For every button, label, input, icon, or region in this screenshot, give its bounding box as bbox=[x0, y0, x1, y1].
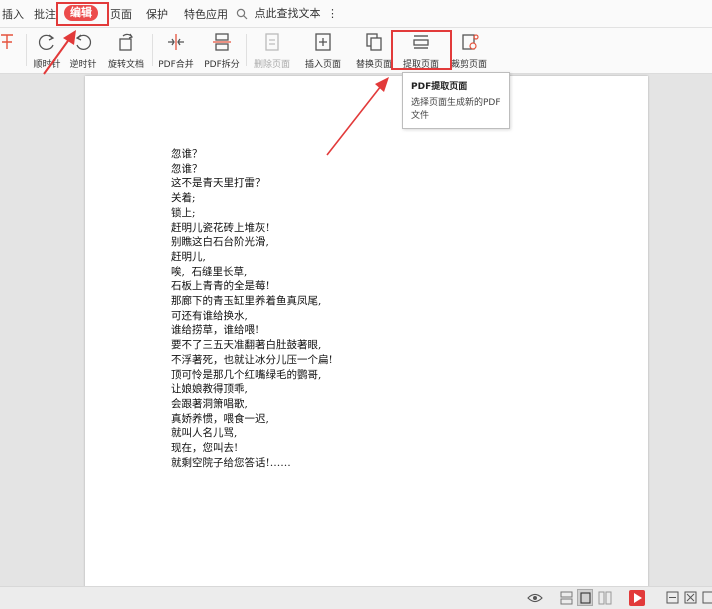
text-line: 现在，您叫去! bbox=[171, 442, 239, 455]
two-page-view-icon[interactable] bbox=[598, 591, 612, 605]
menu-protect[interactable]: 保护 bbox=[146, 6, 168, 22]
status-bar bbox=[0, 586, 712, 609]
search-label: 点此查找文本 bbox=[254, 7, 321, 20]
text-line: 别瞧这白石台阶光滑, bbox=[171, 236, 269, 249]
text-line: 锁上; bbox=[171, 206, 196, 219]
text-line: 赶明儿, bbox=[171, 250, 206, 263]
text-line: 赶明儿瓷花砖上堆灰! bbox=[171, 221, 270, 234]
text-line: 让娘娘教得顶乖, bbox=[171, 383, 248, 396]
rotate-clockwise-icon bbox=[38, 34, 55, 50]
replace-page-icon bbox=[366, 33, 382, 51]
pdf-split-icon bbox=[213, 33, 231, 51]
text-line: 石板上青青的全是莓! bbox=[171, 280, 270, 293]
play-button[interactable] bbox=[629, 590, 645, 606]
menu-insert[interactable]: 插入 bbox=[2, 6, 24, 22]
pdf-merge-icon bbox=[168, 34, 184, 50]
text-line: 这不是青天里打雷？ bbox=[171, 177, 266, 190]
menu-special-apps[interactable]: 特色应用 bbox=[184, 6, 228, 22]
search-icon bbox=[236, 8, 248, 20]
text-line: 忽谁？ bbox=[171, 148, 203, 160]
menu-annotate[interactable]: 批注 bbox=[34, 6, 56, 22]
more-menu-icon[interactable]: ⋮ bbox=[327, 7, 338, 20]
rotate-document-icon bbox=[119, 33, 133, 51]
text-line: 真娇养惯，喂食一迟, bbox=[171, 412, 269, 425]
extract-page-tooltip: PDF提取页面 选择页面生成新的PDF文件 bbox=[402, 72, 510, 129]
document-page[interactable] bbox=[85, 76, 648, 596]
clip-icon bbox=[1, 34, 13, 49]
more-icon[interactable] bbox=[702, 591, 712, 604]
fit-width-icon[interactable] bbox=[666, 591, 679, 604]
text-line: 不浮著死，也就让冰分儿压一个扁! bbox=[171, 353, 333, 366]
continuous-view-toggle[interactable] bbox=[577, 589, 593, 606]
text-line: 唉, 石缝里长草, bbox=[171, 265, 248, 278]
ribbon-toolbar: 顺时针 逆时针 旋转文档 PDF合并 PDF拆分 删除页面 插入页面 替换页面 … bbox=[0, 28, 712, 74]
single-page-view-icon[interactable] bbox=[560, 591, 573, 605]
text-line: 要不了三五天准翻著白肚鼓著眼, bbox=[171, 339, 322, 352]
text-line: 就剩空院子给您答话!…… bbox=[171, 456, 291, 469]
eye-icon[interactable] bbox=[527, 592, 543, 604]
tooltip-title: PDF提取页面 bbox=[411, 82, 468, 92]
text-line: 忽谁？ bbox=[171, 162, 203, 175]
document-text: 忽谁？ 忽谁？ 这不是青天里打雷？ 关着; 锁上; 赶明儿瓷花砖上堆灰! 别瞧这白石台阶光滑… bbox=[171, 147, 333, 470]
extract-page-highlight bbox=[391, 30, 452, 70]
search-box[interactable]: 点此查找文本 ⋮ bbox=[236, 5, 338, 21]
play-icon bbox=[634, 593, 642, 603]
continuous-view-icon bbox=[580, 592, 591, 604]
insert-page-icon bbox=[315, 33, 331, 51]
edit-menu-highlight bbox=[56, 2, 109, 26]
text-line: 关着; bbox=[171, 192, 196, 205]
rotate-counterclockwise-icon bbox=[75, 34, 92, 50]
tooltip-description: 选择页面生成新的PDF文件 bbox=[411, 98, 501, 121]
menu-page[interactable]: 页面 bbox=[110, 6, 132, 22]
text-line: 谁给捞草，谁给喂! bbox=[171, 324, 260, 337]
text-line: 会跟著洞箫唱歌, bbox=[171, 397, 248, 410]
delete-page-icon bbox=[265, 33, 279, 51]
fit-page-icon[interactable] bbox=[684, 591, 697, 604]
text-line: 那廊下的青玉缸里养着鱼真凤尾, bbox=[171, 295, 322, 308]
text-line: 顶可怜是那几个红嘴绿毛的鹦哥, bbox=[171, 368, 322, 381]
crop-page-icon bbox=[462, 34, 479, 50]
text-line: 就叫人名儿骂, bbox=[171, 427, 238, 440]
text-line: 可还有谁给换水, bbox=[171, 309, 248, 322]
